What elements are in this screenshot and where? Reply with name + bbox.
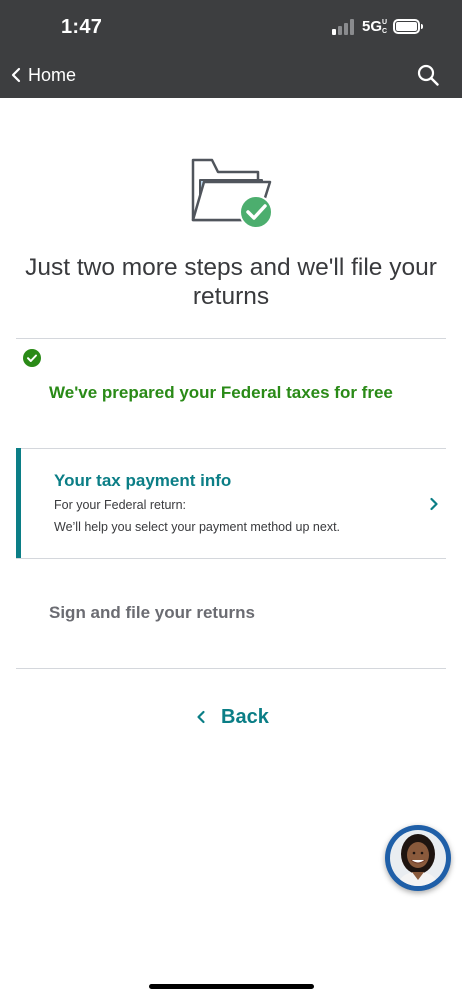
tax-payment-info-step[interactable]: Your tax payment info For your Federal r…: [16, 448, 446, 558]
assistant-avatar: [390, 830, 446, 886]
divider: [16, 558, 446, 559]
assistant-avatar-button[interactable]: [385, 825, 451, 891]
home-indicator: [149, 984, 314, 989]
chevron-right-icon: [430, 497, 438, 511]
divider: [16, 338, 446, 339]
step-description: We’ll help you select your payment metho…: [54, 520, 341, 534]
top-bar: 1:47 5GUC Home: [0, 0, 462, 98]
step-subtitle: For your Federal return:: [54, 498, 186, 512]
chevron-left-icon: [11, 67, 21, 83]
upcoming-step-label: Sign and file your returns: [49, 603, 255, 622]
network-type: 5G: [362, 18, 383, 35]
active-step-accent: [16, 448, 21, 558]
nav-back-button[interactable]: Home: [10, 62, 76, 88]
back-button[interactable]: Back: [196, 704, 269, 730]
chevron-left-icon: [197, 710, 205, 724]
page-title: Just two more steps and we'll file your …: [25, 254, 437, 310]
network-suffix: UC: [382, 19, 388, 35]
divider: [16, 668, 446, 669]
step-title: Your tax payment info: [54, 471, 232, 490]
battery-icon: [393, 19, 423, 34]
check-circle-icon: [23, 349, 41, 367]
folder-check-icon: [191, 158, 273, 229]
network-indicator: 5GUC: [362, 18, 388, 36]
nav-back-label: Home: [28, 64, 77, 85]
completed-step-label: We've prepared your Federal taxes for fr…: [49, 383, 393, 402]
search-icon[interactable]: [417, 64, 439, 86]
status-time: 1:47: [61, 16, 103, 38]
back-label: Back: [221, 705, 269, 728]
signal-strength-icon: [332, 19, 358, 35]
